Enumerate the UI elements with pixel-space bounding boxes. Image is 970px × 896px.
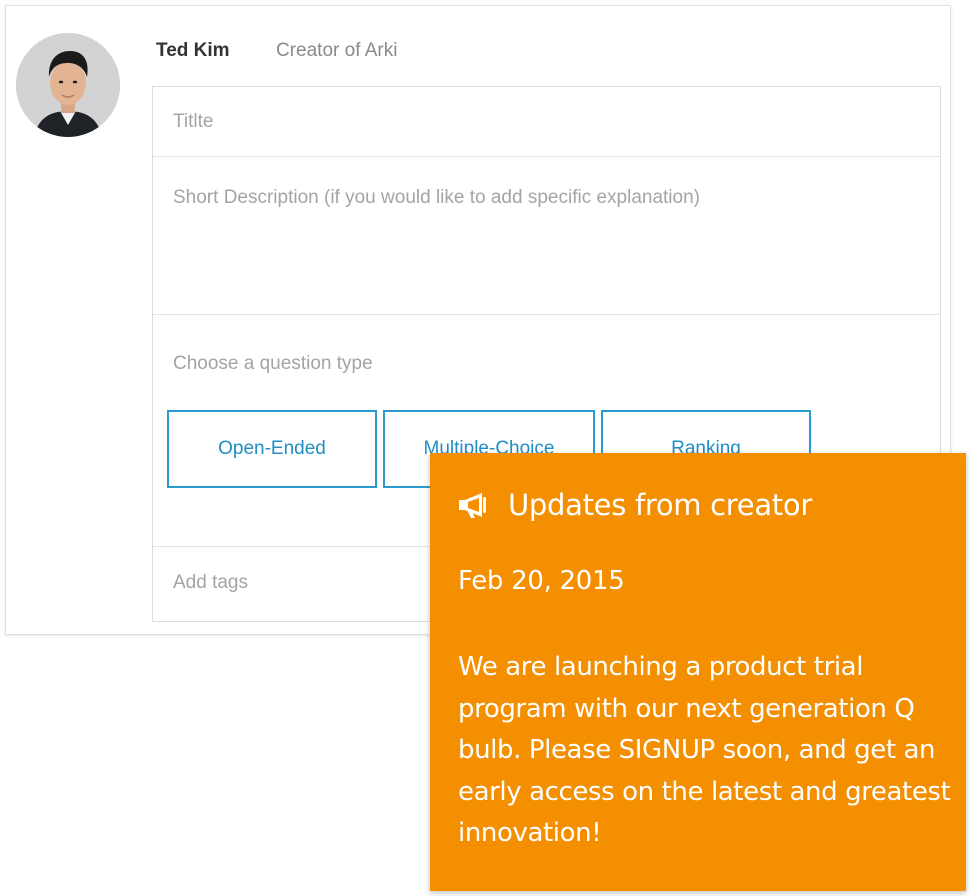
- popup-header: Updates from creator: [458, 485, 812, 525]
- title-input[interactable]: Titlte: [153, 87, 940, 157]
- megaphone-icon: [459, 493, 486, 518]
- update-message: We are launching a product trial program…: [458, 652, 951, 848]
- description-placeholder: Short Description (if you would like to …: [173, 187, 700, 208]
- author-role: Creator of Arki: [276, 40, 398, 61]
- popup-title: Updates from creator: [508, 488, 812, 522]
- avatar-photo: [16, 33, 120, 137]
- tags-placeholder: Add tags: [173, 572, 248, 593]
- creator-updates-popup: Updates from creator Feb 20, 2015 We are…: [430, 453, 966, 891]
- question-type-label: Choose a question type: [173, 353, 373, 374]
- title-placeholder: Titlte: [173, 111, 214, 132]
- description-input[interactable]: Short Description (if you would like to …: [153, 157, 940, 315]
- avatar[interactable]: [16, 33, 120, 137]
- open-ended-button[interactable]: Open-Ended: [167, 410, 377, 488]
- author-name[interactable]: Ted Kim: [156, 40, 230, 62]
- update-date: Feb 20, 2015: [458, 566, 625, 596]
